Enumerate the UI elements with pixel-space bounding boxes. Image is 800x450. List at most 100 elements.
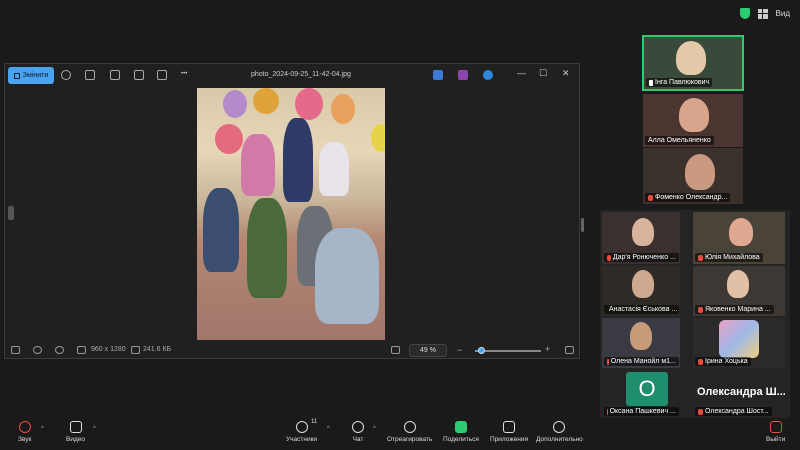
viewer-toolbar: Змінити ••• photo_2024-09-25_11-42-04.jp… xyxy=(5,64,579,88)
file-name: photo_2024-09-25_11-42-04.jpg xyxy=(251,71,351,78)
balloon xyxy=(331,94,355,124)
viewer-statusbar: 960 x 1280 241.6 КБ 49 % − + xyxy=(5,340,579,360)
child xyxy=(247,198,287,298)
balloon xyxy=(253,88,279,114)
leave-icon xyxy=(769,421,782,433)
profile-picture xyxy=(719,320,759,358)
participant-name: Алла Омельяненко xyxy=(645,136,714,145)
print-icon[interactable] xyxy=(110,70,120,80)
participant-tile[interactable]: Анастасія Єськова ... xyxy=(602,266,680,316)
audio-label: Звук xyxy=(18,436,32,443)
mic-muted-icon xyxy=(648,194,653,201)
leave-button[interactable]: Выйти xyxy=(766,421,785,443)
audio-button[interactable]: Звук xyxy=(18,421,31,443)
camera-icon xyxy=(69,421,82,433)
video-feed xyxy=(632,270,654,298)
mic-muted-icon xyxy=(698,408,703,415)
more-options-icon[interactable]: ••• xyxy=(181,71,187,77)
participant-tile[interactable]: Алла Омельяненко xyxy=(643,94,743,147)
chat-button[interactable]: Чат xyxy=(352,421,364,443)
edit-icon xyxy=(13,72,20,79)
shield-icon xyxy=(739,8,750,19)
fit-view-icon[interactable] xyxy=(391,346,400,354)
video-feed xyxy=(729,218,753,246)
mic-muted-icon xyxy=(698,358,703,365)
chat-label: Чат xyxy=(352,436,364,443)
participant-name: Інга Павлюкович xyxy=(646,78,713,87)
balloon xyxy=(215,124,243,154)
resolution-icon xyxy=(77,346,86,354)
participants-icon xyxy=(295,421,308,433)
view-control[interactable]: Вид xyxy=(739,8,790,19)
onedrive-icon[interactable] xyxy=(483,70,493,80)
clipchamp-icon[interactable] xyxy=(458,70,468,80)
avatar: О xyxy=(626,372,668,406)
mic-muted-icon xyxy=(698,254,703,261)
participant-name: Анастасія Єськова ... xyxy=(604,305,679,314)
view-label: Вид xyxy=(775,9,790,18)
participant-tile[interactable]: Дар'я Ронюченко ... xyxy=(602,212,680,264)
mic-muted-icon xyxy=(698,306,703,313)
favorite-icon[interactable] xyxy=(33,346,42,354)
zoom-out-icon[interactable]: − xyxy=(457,345,462,355)
mic-muted-icon xyxy=(607,408,608,415)
zoom-in-icon[interactable]: + xyxy=(545,344,550,354)
grid-view-icon xyxy=(757,8,768,19)
side-panel-handle[interactable] xyxy=(8,206,14,220)
more-button[interactable]: Дополнительно xyxy=(536,421,583,443)
child xyxy=(241,134,275,196)
react-button[interactable]: Отреагировать xyxy=(387,421,432,443)
participant-name: Олена Манойл м1... xyxy=(604,357,679,366)
participant-tile[interactable]: Яковенко Марина ... xyxy=(693,266,785,316)
pin-icon xyxy=(649,79,653,86)
share-button[interactable]: Поделиться xyxy=(443,421,479,443)
delete-icon[interactable] xyxy=(85,70,95,80)
zoom-level-text: 49 % xyxy=(420,347,436,354)
participant-tile[interactable]: Ірина Хоцька xyxy=(693,318,785,368)
apps-button[interactable]: Приложения xyxy=(490,421,528,443)
info-icon[interactable] xyxy=(55,346,64,354)
participant-tile[interactable]: Олена Манойл м1... xyxy=(602,318,680,368)
participant-name: Яковенко Марина ... xyxy=(695,305,774,314)
participant-tile[interactable]: Юлія Михайлова xyxy=(693,212,785,264)
participant-tile[interactable]: О Оксана Пашкевич ... xyxy=(602,370,680,418)
zoom-slider[interactable] xyxy=(475,347,541,354)
child xyxy=(319,142,349,196)
video-button[interactable]: Видео xyxy=(66,421,85,443)
participants-count: 11 xyxy=(311,419,318,425)
balloon xyxy=(223,90,247,118)
fullscreen-icon[interactable] xyxy=(565,346,574,354)
zoom-level-select[interactable]: 49 % xyxy=(409,344,447,357)
more-icon xyxy=(553,421,566,433)
video-label: Видео xyxy=(66,436,85,443)
file-size-text: 241.6 КБ xyxy=(143,346,172,353)
chat-icon xyxy=(352,421,364,433)
mic-muted-icon xyxy=(607,254,611,261)
participant-tile[interactable]: Олександра Ш... Олександра Шост... xyxy=(693,370,785,418)
video-options-caret[interactable]: ^ xyxy=(93,426,96,432)
maximize-button[interactable]: ☐ xyxy=(539,68,547,79)
participant-name: Ірина Хоцька xyxy=(695,357,751,366)
edit-button[interactable]: Змінити xyxy=(8,67,54,84)
rotate-icon[interactable] xyxy=(61,70,71,80)
participant-tile[interactable]: Фоменко Олександр... xyxy=(643,148,743,204)
share-screen-icon xyxy=(454,421,467,433)
participants-options-caret[interactable]: ^ xyxy=(327,426,330,432)
slideshow-icon[interactable] xyxy=(157,70,167,80)
video-feed xyxy=(630,322,652,350)
audio-options-caret[interactable]: ^ xyxy=(41,426,44,432)
meeting-window: Вид Змінити ••• photo_2024-09-25_11-42-0… xyxy=(0,0,800,450)
zoom-slider-thumb[interactable] xyxy=(477,347,485,354)
leave-label: Выйти xyxy=(766,436,786,443)
meeting-toolbar: Звук ^ Видео ^ Участники 11 ^ Чат ^ Отре… xyxy=(0,418,800,450)
participant-tile[interactable]: Інга Павлюкович xyxy=(642,35,744,91)
child xyxy=(315,228,379,324)
minimize-button[interactable]: — xyxy=(517,68,526,78)
share-icon[interactable] xyxy=(134,70,144,80)
enhance-icon[interactable] xyxy=(433,70,443,80)
split-resize-handle[interactable] xyxy=(581,218,584,232)
filmstrip-icon[interactable] xyxy=(11,346,20,354)
chat-options-caret[interactable]: ^ xyxy=(373,426,376,432)
close-button[interactable]: ✕ xyxy=(562,68,570,79)
photo-viewer-window: Змінити ••• photo_2024-09-25_11-42-04.jp… xyxy=(4,63,580,359)
